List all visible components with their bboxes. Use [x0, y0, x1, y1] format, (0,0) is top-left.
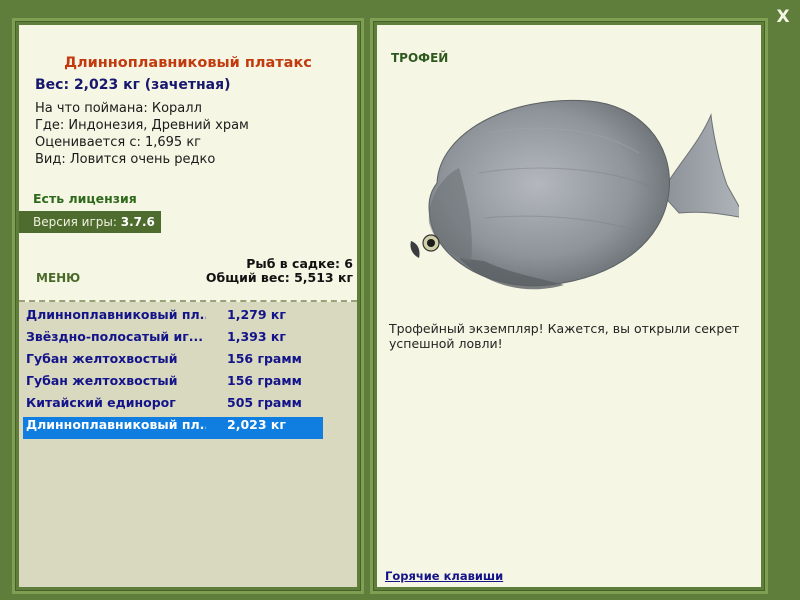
catch-list: Длиннoплавниковый пл... 1,279 кг Звёздно… [19, 302, 357, 587]
menu-button[interactable]: МЕНЮ [36, 271, 80, 285]
fish-image [410, 99, 739, 290]
catch-row-selected[interactable]: Длиннoплавниковый пл... 2,023 кг [23, 417, 323, 439]
close-button[interactable]: X [772, 6, 794, 28]
fish-info-content: Длиннoплавниковый платакс Вес: 2,023 кг … [19, 25, 357, 587]
catch-weight: 505 грамм [227, 395, 302, 410]
trophy-panel: ТРОФЕЙ Трофейный экземпляр! Кажется, вы … [370, 18, 768, 594]
trophy-label: ТРОФЕЙ [391, 51, 449, 65]
catch-row[interactable]: Губан желтохвостый 156 грамм [23, 351, 323, 373]
fish-info-panel: Длиннoплавниковый платакс Вес: 2,023 кг … [12, 18, 364, 594]
keepnet-count: Рыб в садке: 6 [246, 256, 353, 271]
catch-weight: 1,393 кг [227, 329, 286, 344]
catch-name: Губан желтохвостый [26, 351, 178, 366]
catch-weight: 156 грамм [227, 351, 302, 366]
detail-bait: На что поймана: Коралл [35, 101, 202, 116]
catch-name: Китайский единорог [26, 395, 176, 410]
catch-row[interactable]: Длиннoплавниковый пл... 1,279 кг [23, 307, 323, 329]
detail-min-weight: Оценивается с: 1,695 кг [35, 135, 202, 150]
catch-name: Звёздно-полосатый иг... [26, 329, 204, 344]
catch-row[interactable]: Звёздно-полосатый иг... 1,393 кг [23, 329, 323, 351]
hotkeys-link[interactable]: Горячие клавиши [385, 569, 503, 583]
trophy-content: ТРОФЕЙ Трофейный экземпляр! Кажется, вы … [377, 25, 761, 587]
detail-location: Где: Индонезия, Древний храм [35, 118, 249, 133]
keepnet-total: Общий вес: 5,513 кг [205, 270, 353, 285]
catch-row[interactable]: Китайский единорог 505 грамм [23, 395, 323, 417]
fish-title: Длиннoплавниковый платакс [64, 55, 312, 71]
catch-weight: 156 грамм [227, 373, 302, 388]
keepnet-summary: Рыб в садке: 6 Общий вес: 5,513 кг [206, 257, 353, 285]
catch-weight: 1,279 кг [227, 307, 286, 322]
version-bar: Версия игры: 3.7.6 [19, 211, 161, 233]
version-value: 3.7.6 [120, 215, 155, 229]
catch-name: Губан желтохвостый [26, 373, 178, 388]
catch-name: Длиннoплавниковый пл... [26, 307, 206, 322]
catch-row[interactable]: Губан желтохвостый 156 грамм [23, 373, 323, 395]
fish-weight: Вес: 2,023 кг (зачетная) [35, 77, 231, 93]
detail-rarity: Вид: Ловится очень редко [35, 152, 216, 167]
trophy-description: Трофейный экземпляр! Кажется, вы открыли… [389, 321, 740, 351]
catch-weight: 2,023 кг [227, 417, 286, 432]
version-label: Версия игры: [33, 215, 117, 229]
license-status: Есть лицензия [33, 191, 137, 206]
catch-name: Длиннoплавниковый пл... [26, 417, 206, 432]
